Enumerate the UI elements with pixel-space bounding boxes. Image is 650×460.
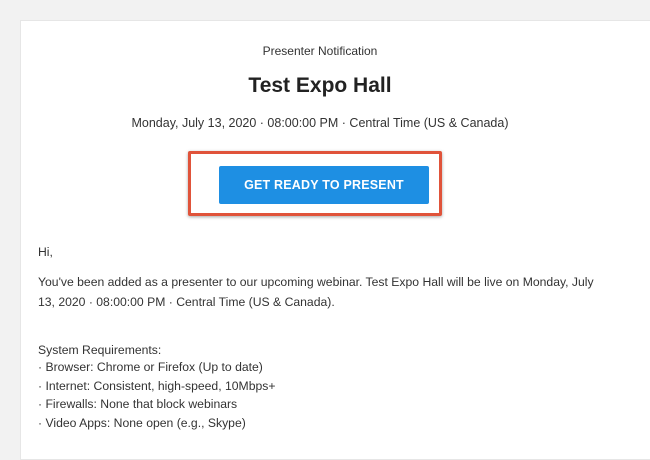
event-datetime: Monday, July 13, 2020 · 08:00:00 PM · Ce… <box>131 116 509 130</box>
requirement-item: Internet: Consistent, high-speed, 10Mbps… <box>38 377 275 396</box>
requirements-title: System Requirements: <box>38 343 162 357</box>
message-text: You've been added as a presenter to our … <box>38 275 594 309</box>
greeting-text: Hi, <box>38 245 53 259</box>
requirements-list: Browser: Chrome or Firefox (Up to date) … <box>38 358 275 432</box>
requirement-item: Video Apps: None open (e.g., Skype) <box>38 414 275 433</box>
cta-highlight-box: GET READY TO PRESENT <box>188 151 442 216</box>
header-label: Presenter Notification <box>262 44 378 58</box>
get-ready-to-present-button[interactable]: GET READY TO PRESENT <box>219 166 429 204</box>
event-title: Test Expo Hall <box>248 74 392 97</box>
requirement-item: Firewalls: None that block webinars <box>38 395 275 414</box>
requirement-item: Browser: Chrome or Firefox (Up to date) <box>38 358 275 377</box>
